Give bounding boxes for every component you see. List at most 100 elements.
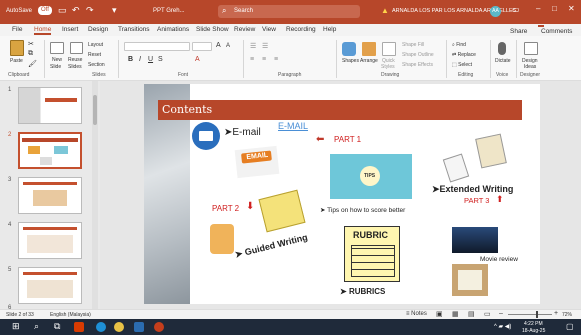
language-indicator[interactable]: English (Malaysia): [50, 312, 91, 318]
zoom-slider-thumb[interactable]: [536, 311, 538, 318]
arrow-left-icon: ⬅: [316, 134, 325, 145]
group-divider: [44, 40, 45, 78]
shape-effects-button[interactable]: Shape Effects: [402, 62, 433, 68]
numbering-icon[interactable]: ☰: [262, 42, 268, 50]
close-icon[interactable]: ✕: [568, 4, 575, 13]
arrange-icon[interactable]: [362, 42, 376, 56]
format-painter-icon[interactable]: 🖌: [28, 60, 37, 68]
thumbnail-scrollbar[interactable]: [92, 81, 98, 309]
notification-icon[interactable]: ▢: [566, 322, 574, 331]
cut-icon[interactable]: ✂: [28, 40, 34, 48]
edge-browser-icon[interactable]: [96, 322, 106, 332]
tab-file[interactable]: File: [12, 26, 22, 33]
quick-styles-icon[interactable]: [382, 42, 396, 56]
paste-icon[interactable]: [10, 40, 24, 56]
search-taskbar-icon[interactable]: ⌕: [34, 321, 39, 332]
tab-review[interactable]: Review: [234, 26, 255, 33]
bold-icon[interactable]: B: [128, 56, 133, 63]
font-name-box[interactable]: [124, 42, 190, 51]
ribbon-display-icon[interactable]: ▭: [512, 5, 520, 14]
align-center-icon[interactable]: ≡: [262, 56, 266, 63]
normal-view-icon[interactable]: ▣: [436, 310, 443, 318]
tab-animations[interactable]: Animations: [157, 26, 189, 33]
tab-view[interactable]: View: [262, 26, 276, 33]
task-view-icon[interactable]: ⧉: [54, 321, 60, 332]
zoom-out-icon[interactable]: –: [499, 310, 503, 317]
tab-home[interactable]: Home: [34, 26, 52, 35]
strikethrough-icon[interactable]: S: [158, 56, 163, 63]
reading-view-icon[interactable]: ▤: [468, 310, 475, 318]
slide-editor[interactable]: Contents ➤E-mail E-MAIL ⬅ PART 1 EMAIL T…: [144, 84, 540, 304]
align-right-icon[interactable]: ≡: [274, 56, 278, 63]
zoom-slider[interactable]: [508, 311, 552, 318]
slide-thumbnail-5[interactable]: [18, 267, 82, 304]
system-tray-icons[interactable]: ^ ▰ ◀): [494, 323, 511, 330]
outlook-app-icon[interactable]: [134, 322, 144, 332]
shape-fill-button[interactable]: Shape Fill: [402, 42, 424, 48]
align-left-icon[interactable]: ≡: [250, 56, 254, 63]
email-illustration: EMAIL: [234, 145, 280, 179]
slide-sorter-icon[interactable]: ▦: [452, 310, 459, 318]
tab-insert[interactable]: Insert: [62, 26, 78, 33]
rubrics-text: ➤ RUBRICS: [340, 287, 386, 296]
clock-time[interactable]: 4:22 PM: [524, 321, 543, 327]
title-bar: AutoSave Off ▭ ↶ ↷ ▾ PPT Greh... ⌕ Searc…: [0, 0, 581, 24]
scrollbar-thumb[interactable]: [93, 95, 97, 125]
slide-thumbnail-1[interactable]: [18, 87, 82, 124]
autosave-toggle[interactable]: Off: [38, 6, 52, 15]
book-review-sheet: [458, 270, 482, 290]
section-button[interactable]: Section: [88, 62, 105, 68]
increase-font-icon[interactable]: A: [216, 42, 221, 49]
slideshow-icon[interactable]: ▭: [484, 310, 491, 318]
minimize-icon[interactable]: –: [536, 4, 540, 13]
slide-thumbnail-3[interactable]: [18, 177, 82, 214]
shape-outline-button[interactable]: Shape Outline: [402, 52, 434, 58]
tab-recording[interactable]: Recording: [286, 26, 316, 33]
new-slide-icon[interactable]: [50, 42, 64, 54]
reuse-slides-icon[interactable]: [70, 42, 83, 54]
windows-start-icon[interactable]: ⊞: [12, 321, 20, 332]
reset-button[interactable]: Reset: [88, 52, 101, 58]
maximize-icon[interactable]: □: [552, 4, 557, 13]
layout-button[interactable]: Layout: [88, 42, 103, 48]
notes-button[interactable]: ≡ Notes: [406, 311, 427, 317]
italic-icon[interactable]: I: [139, 56, 141, 63]
thumb-number: 4: [8, 222, 12, 228]
search-box[interactable]: ⌕ Search: [218, 5, 360, 18]
comments-button[interactable]: Comments: [538, 25, 572, 35]
tab-transitions[interactable]: Transitions: [118, 26, 150, 33]
microphone-icon[interactable]: [498, 42, 506, 55]
select-button[interactable]: ⬚ Select: [452, 62, 472, 68]
slide-thumbnail-2[interactable]: [18, 132, 82, 169]
replace-button[interactable]: ⇄ Replace: [452, 52, 476, 58]
tab-design[interactable]: Design: [88, 26, 108, 33]
slide-thumbnail-4[interactable]: [18, 222, 82, 259]
shapes-icon[interactable]: [342, 42, 356, 56]
group-divider: [243, 40, 244, 78]
designer-icon[interactable]: [524, 42, 538, 55]
tab-slide-show[interactable]: Slide Show: [196, 26, 229, 33]
slide-title[interactable]: Contents: [162, 103, 212, 116]
office-app-icon[interactable]: [74, 322, 84, 332]
font-color-icon[interactable]: A: [195, 56, 200, 63]
thumb-image: [28, 146, 40, 154]
zoom-level[interactable]: 72%: [562, 312, 572, 318]
undo-icon[interactable]: ↶: [72, 5, 80, 16]
tab-help[interactable]: Help: [323, 26, 336, 33]
underline-icon[interactable]: U: [148, 56, 153, 63]
powerpoint-app-icon[interactable]: [154, 322, 164, 332]
student-writing-image: [210, 224, 234, 254]
decrease-font-icon[interactable]: A: [226, 43, 230, 49]
clock-date[interactable]: 18-Aug-25: [522, 328, 545, 334]
save-icon[interactable]: ▭: [58, 5, 67, 16]
bullets-icon[interactable]: ☰: [250, 42, 256, 50]
chrome-browser-icon[interactable]: [114, 322, 124, 332]
avatar[interactable]: AA: [490, 6, 501, 17]
file-name[interactable]: PPT Greh...: [153, 8, 185, 14]
customize-qat-icon[interactable]: ▾: [112, 5, 117, 16]
zoom-in-icon[interactable]: +: [554, 310, 558, 317]
font-size-box[interactable]: [192, 42, 212, 51]
redo-icon[interactable]: ↷: [86, 5, 94, 16]
find-button[interactable]: ⌕ Find: [452, 42, 466, 48]
copy-icon[interactable]: ⧉: [28, 50, 33, 58]
